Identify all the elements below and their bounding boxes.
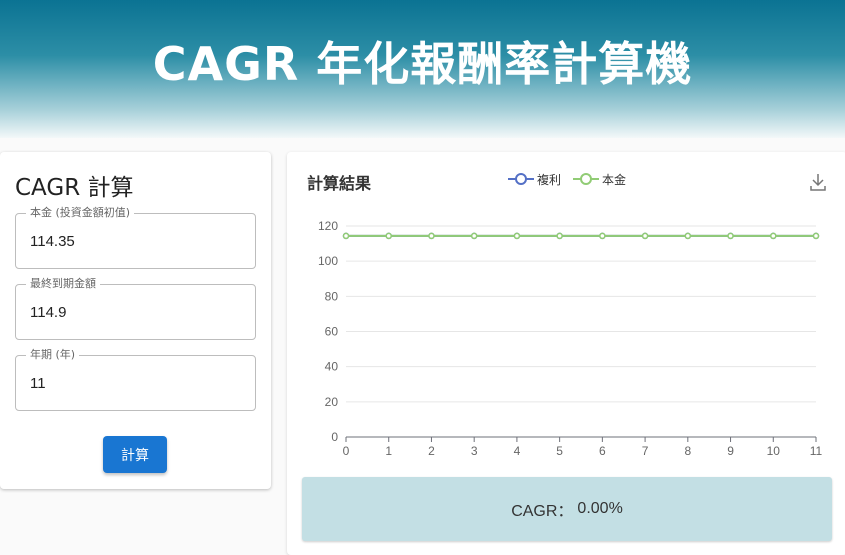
legend-principal-label: 本金 bbox=[602, 172, 627, 187]
principal-label: 本金 (投資金額初值) bbox=[26, 206, 135, 220]
series-point-1 bbox=[684, 232, 692, 240]
years-field[interactable]: 年期 (年) 11 bbox=[15, 348, 256, 411]
series-point-1 bbox=[770, 232, 777, 240]
final-amount-field[interactable]: 最終到期金額 114.9 bbox=[15, 277, 256, 340]
series-point-1 bbox=[641, 232, 649, 240]
calculate-button[interactable]: 計算 bbox=[103, 436, 167, 473]
y-tick-label: 0 bbox=[331, 430, 338, 444]
form-title: CAGR 計算 bbox=[15, 175, 134, 201]
x-tick-label: 3 bbox=[471, 444, 478, 458]
cagr-label: CAGR： bbox=[511, 503, 574, 520]
y-tick-label: 100 bbox=[318, 254, 338, 268]
series-point-1 bbox=[556, 232, 563, 240]
final-amount-value[interactable]: 114.9 bbox=[30, 304, 66, 321]
principal-value[interactable]: 114.35 bbox=[30, 233, 75, 250]
legend-compound-label: 複利 bbox=[537, 172, 562, 187]
y-tick-label: 120 bbox=[318, 219, 338, 233]
final-amount-label: 最終到期金額 bbox=[26, 277, 100, 291]
x-tick-label: 4 bbox=[514, 444, 521, 458]
page-title: CAGR 年化報酬率計算機 bbox=[152, 37, 693, 91]
y-tick-label: 40 bbox=[325, 360, 339, 374]
series-point-1 bbox=[385, 232, 392, 240]
header-banner: CAGR 年化報酬率計算機 bbox=[0, 0, 845, 138]
years-value[interactable]: 11 bbox=[30, 375, 46, 392]
x-tick-label: 2 bbox=[428, 444, 435, 458]
x-tick-label: 7 bbox=[642, 444, 649, 458]
y-tick-label: 80 bbox=[325, 289, 339, 303]
series-point-1 bbox=[513, 232, 521, 240]
cagr-line-chart: 0 20 40 60 80 100 120 0 1 2 3 4 5 6 7 8 9 10 11 bbox=[318, 219, 823, 458]
x-tick-label: 9 bbox=[727, 444, 734, 458]
series-point-1 bbox=[470, 232, 478, 240]
series-point-1 bbox=[342, 232, 350, 240]
legend-item-principal[interactable]: 本金 bbox=[573, 170, 626, 188]
x-tick-label: 11 bbox=[810, 444, 823, 458]
series-point-1 bbox=[428, 232, 435, 240]
x-tick-label: 5 bbox=[556, 444, 563, 458]
x-tick-label: 10 bbox=[767, 444, 781, 458]
result-title: 計算結果 bbox=[307, 174, 372, 193]
principal-field[interactable]: 本金 (投資金額初值) 114.35 bbox=[15, 206, 256, 269]
series-point-1 bbox=[599, 232, 606, 240]
series-point-1 bbox=[727, 232, 734, 240]
legend-principal-icon bbox=[573, 173, 599, 185]
years-label: 年期 (年) bbox=[26, 348, 80, 362]
cagr-result-box: CAGR： 0.00% bbox=[302, 477, 832, 541]
download-icon[interactable] bbox=[808, 172, 828, 192]
cagr-value: 0.00% bbox=[577, 500, 623, 517]
series-point-1 bbox=[812, 232, 820, 240]
x-tick-label: 6 bbox=[599, 444, 606, 458]
legend-compound-icon bbox=[508, 173, 534, 185]
x-tick-label: 1 bbox=[385, 444, 392, 458]
legend-item-compound[interactable]: 複利 bbox=[508, 170, 561, 188]
x-tick-label: 8 bbox=[684, 444, 691, 458]
x-tick-label: 0 bbox=[343, 444, 350, 458]
y-tick-label: 60 bbox=[325, 325, 339, 339]
y-tick-label: 20 bbox=[325, 395, 339, 409]
